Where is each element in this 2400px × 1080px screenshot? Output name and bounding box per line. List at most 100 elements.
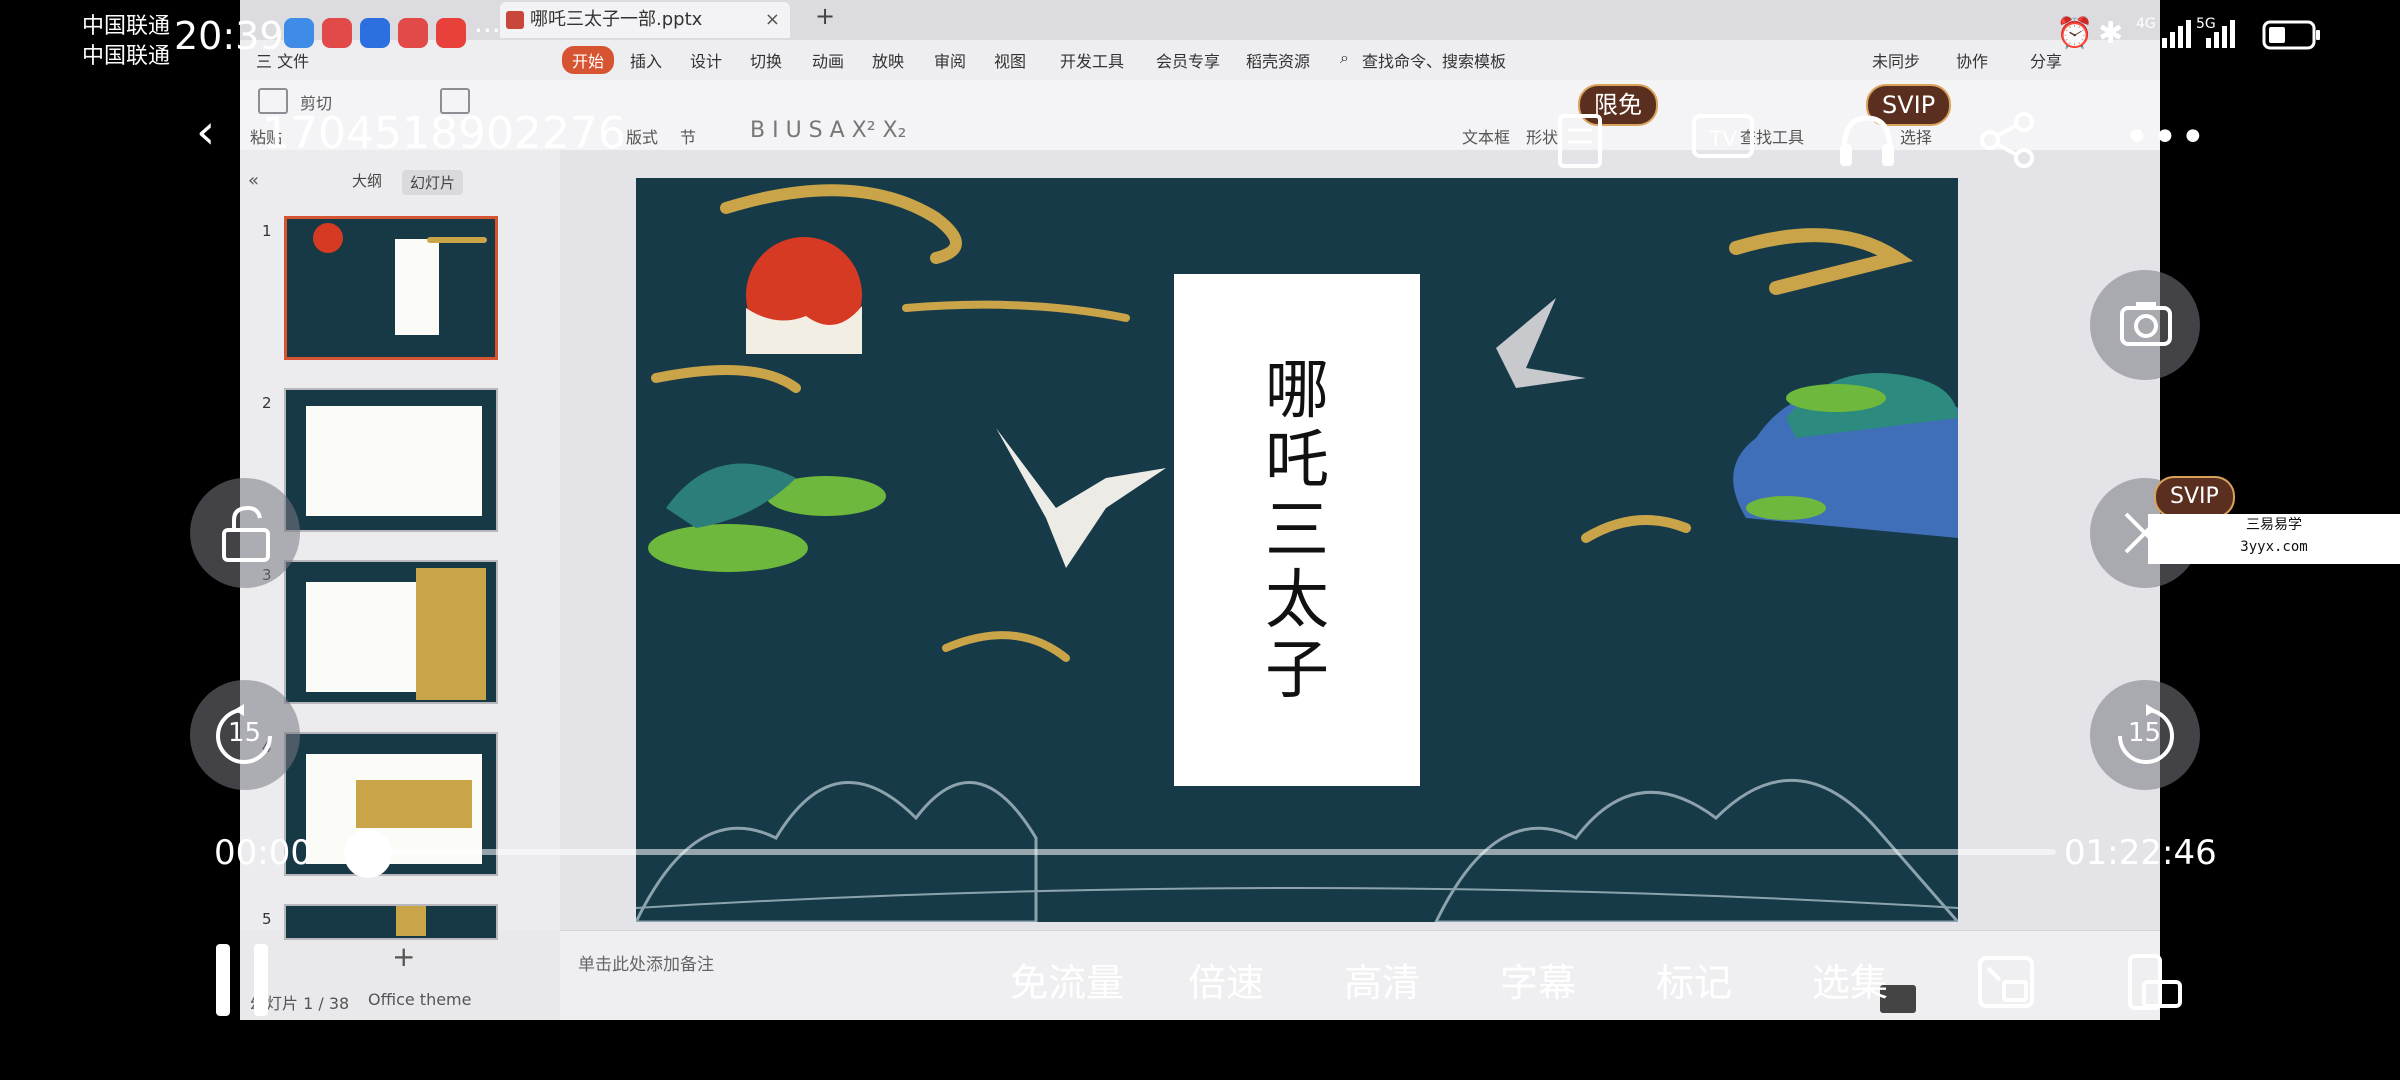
tab-slides[interactable]: 幻灯片 bbox=[402, 170, 464, 195]
menu-design[interactable]: 设计 bbox=[690, 48, 722, 72]
signal-strength-icon bbox=[2162, 20, 2235, 48]
tab-outline[interactable]: 大纲 bbox=[352, 170, 382, 191]
clock: 20:39 bbox=[174, 14, 284, 58]
notes-placeholder[interactable]: 单击此处添加备注 bbox=[578, 950, 714, 975]
app-icon bbox=[284, 18, 314, 48]
new-tab-button[interactable]: + bbox=[815, 2, 835, 30]
menu-view[interactable]: 视图 bbox=[994, 48, 1026, 72]
quality-button[interactable]: 高清 bbox=[1344, 952, 1420, 1007]
collapse-panel-icon[interactable]: « bbox=[248, 170, 259, 191]
slide-thumbnail-5[interactable] bbox=[284, 904, 498, 940]
menu-docer[interactable]: 稻壳资源 bbox=[1246, 48, 1310, 72]
menu-home[interactable]: 开始 bbox=[562, 46, 615, 74]
more-options-icon[interactable]: ••• bbox=[2124, 112, 2208, 163]
menu-slideshow[interactable]: 放映 bbox=[872, 48, 904, 72]
app-icon bbox=[322, 18, 352, 48]
add-slide-button[interactable]: + bbox=[392, 940, 415, 973]
collab-button[interactable]: 协作 bbox=[1956, 48, 1988, 72]
gold-swirl bbox=[651, 365, 801, 393]
battery-icon bbox=[2262, 20, 2320, 50]
slide-thumbnail-3[interactable] bbox=[284, 560, 498, 704]
gold-swirl bbox=[902, 300, 1130, 322]
document-tab-label: 哪吒三太子一部.pptx bbox=[530, 9, 703, 30]
camera-icon bbox=[2120, 302, 2172, 346]
gold-swirl bbox=[1581, 515, 1691, 543]
rewind-15-button[interactable]: 15 bbox=[190, 680, 300, 790]
site-watermark: 三易易学 3yyx.com bbox=[2148, 514, 2400, 564]
pine-leaf bbox=[1746, 496, 1826, 520]
watermark-line-1: 三易易学 bbox=[2246, 517, 2302, 533]
alarm-icon: ⏰ bbox=[2056, 16, 2094, 51]
layout-label[interactable]: 版式 bbox=[626, 124, 658, 148]
watermark-line-2: 3yyx.com bbox=[2240, 539, 2308, 555]
pptx-file-icon bbox=[506, 11, 524, 29]
document-tab[interactable]: 哪吒三太子一部.pptx × bbox=[500, 2, 790, 38]
more-notifications: ··· bbox=[474, 14, 501, 47]
menu-developer[interactable]: 开发工具 bbox=[1060, 48, 1124, 72]
document-icon[interactable] bbox=[1550, 110, 1610, 170]
wave-shape bbox=[636, 887, 1958, 909]
gold-swirl bbox=[720, 184, 962, 264]
progress-handle[interactable] bbox=[344, 830, 392, 878]
screenshot-button[interactable] bbox=[2090, 270, 2200, 380]
font-style-buttons[interactable]: B I U S A X² X₂ bbox=[750, 118, 906, 143]
signal-4g-label: 4G bbox=[2136, 16, 2156, 32]
svg-text:TV: TV bbox=[1709, 126, 1737, 151]
slide-title: 哪 吒 三 太 子 bbox=[1265, 354, 1329, 708]
pause-icon bbox=[216, 944, 230, 1016]
data-free-button[interactable]: 免流量 bbox=[1010, 952, 1124, 1007]
slide-number: 1 bbox=[262, 222, 272, 240]
pine-leaf bbox=[1786, 384, 1886, 412]
menu-animation[interactable]: 动画 bbox=[812, 48, 844, 72]
sync-status[interactable]: 未同步 bbox=[1872, 48, 1920, 72]
current-time: 00:00 bbox=[214, 833, 312, 873]
video-title: 1704518902276 bbox=[262, 108, 626, 159]
theme-name: Office theme bbox=[368, 990, 472, 1009]
title-card: 哪 吒 三 太 子 bbox=[1174, 274, 1420, 786]
picture-in-picture-icon[interactable] bbox=[1976, 954, 2036, 1010]
app-icon bbox=[398, 18, 428, 48]
menu-member[interactable]: 会员专享 bbox=[1156, 48, 1220, 72]
rewind-seconds: 15 bbox=[228, 718, 262, 748]
share-icon[interactable] bbox=[1976, 110, 2038, 170]
slide-thumbnail-2[interactable] bbox=[284, 388, 498, 532]
menu-transition[interactable]: 切换 bbox=[750, 48, 782, 72]
forward-15-button[interactable]: 15 bbox=[2090, 680, 2200, 790]
forward-seconds: 15 bbox=[2128, 718, 2162, 748]
subtitles-button[interactable]: 字幕 bbox=[1500, 952, 1576, 1007]
share-link[interactable]: 分享 bbox=[2030, 48, 2062, 72]
carrier-2: 中国联通 bbox=[82, 44, 171, 69]
total-time: 01:22:46 bbox=[2064, 833, 2217, 873]
menu-review[interactable]: 审阅 bbox=[934, 48, 966, 72]
current-slide[interactable]: 哪 吒 三 太 子 bbox=[636, 178, 1958, 922]
lock-button[interactable] bbox=[190, 478, 300, 588]
progress-bar[interactable] bbox=[358, 849, 2056, 855]
select-label[interactable]: 选择 bbox=[1900, 124, 1932, 148]
app-icon bbox=[436, 18, 466, 48]
slide-thumbnail-1[interactable] bbox=[284, 216, 498, 360]
episodes-button[interactable]: 选集 bbox=[1812, 952, 1888, 1007]
app-titlebar: 哪吒三太子一部.pptx × + bbox=[240, 0, 2160, 40]
slide-number: 2 bbox=[262, 394, 272, 412]
bluetooth-icon: ✱ bbox=[2098, 16, 2124, 51]
slide-number: 5 bbox=[262, 910, 272, 928]
search-icon: ⌕ bbox=[1340, 48, 1349, 67]
carrier-1: 中国联通 bbox=[82, 14, 171, 39]
rotate-screen-icon[interactable] bbox=[2124, 952, 2184, 1012]
speed-button[interactable]: 倍速 bbox=[1188, 952, 1264, 1007]
crane-shape bbox=[996, 428, 1166, 568]
pause-button[interactable] bbox=[216, 944, 276, 1016]
tv-cast-icon[interactable]: TV bbox=[1690, 110, 1756, 170]
gold-swirl bbox=[1729, 228, 1914, 295]
bookmark-button[interactable]: 标记 bbox=[1656, 952, 1732, 1007]
back-icon[interactable]: ‹ bbox=[196, 104, 215, 160]
section-label[interactable]: 节 bbox=[680, 124, 696, 148]
textbox-label[interactable]: 文本框 bbox=[1462, 124, 1510, 148]
crane-shape bbox=[1496, 298, 1586, 388]
svip-side-badge: SVIP bbox=[2154, 476, 2235, 518]
close-tab-icon[interactable]: × bbox=[765, 2, 780, 38]
lock-icon bbox=[222, 505, 270, 562]
menu-insert[interactable]: 插入 bbox=[630, 48, 662, 72]
headphones-icon[interactable] bbox=[1836, 110, 1898, 170]
command-search[interactable]: 查找命令、搜索模板 bbox=[1362, 48, 1506, 72]
